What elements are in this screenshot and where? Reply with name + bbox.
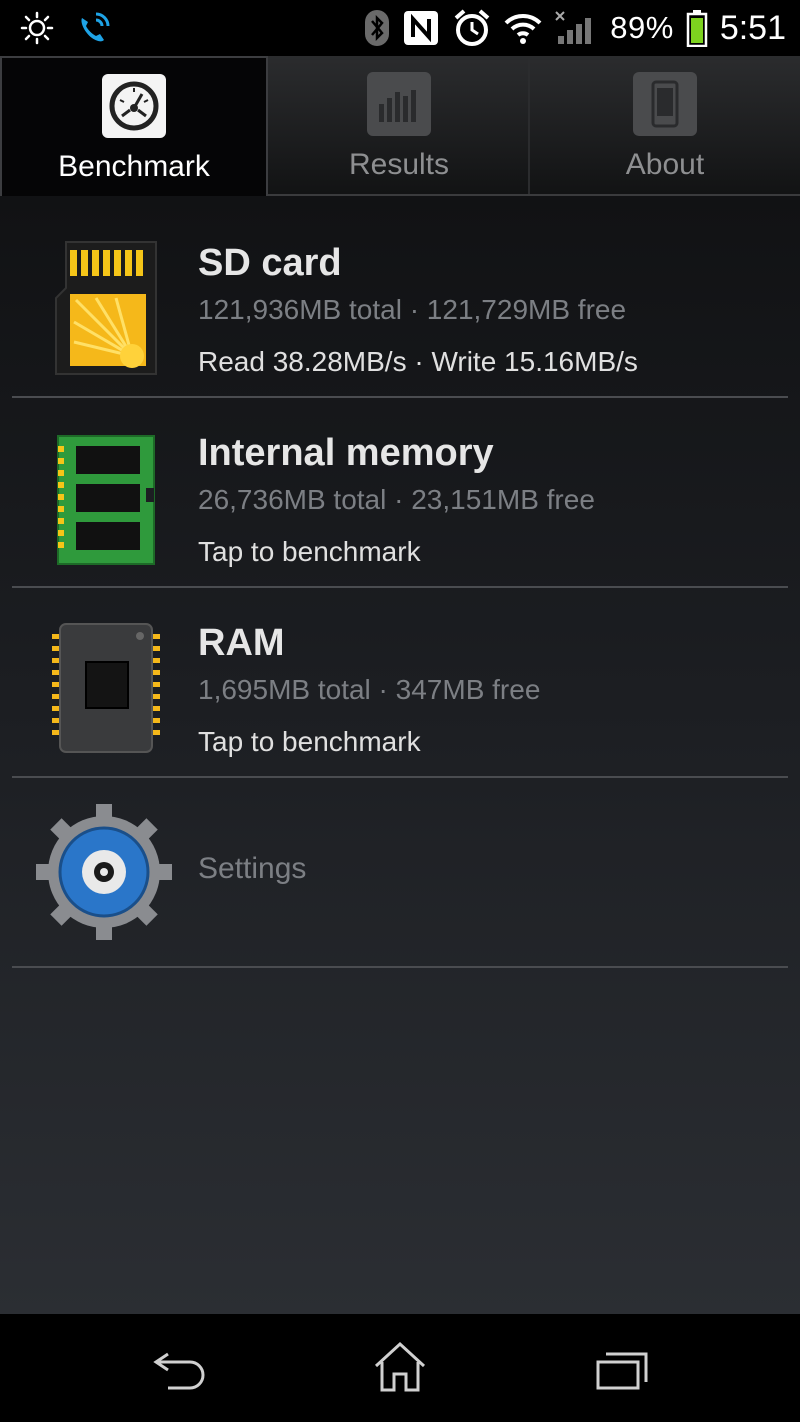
sd-card-icon — [46, 238, 166, 378]
list-item-ram[interactable]: RAM 1,695MB total · 347MB free Tap to be… — [12, 588, 788, 778]
item-status: Read 38.28MB/s · Write 15.16MB/s — [198, 346, 638, 377]
item-title: RAM — [198, 622, 285, 664]
tab-label: About — [625, 148, 705, 181]
alarm-icon — [454, 9, 490, 46]
benchmark-list: SD card 121,936MB total · 121,729MB free… — [0, 196, 800, 1314]
signal-icon — [555, 11, 592, 44]
tab-label: Results — [348, 148, 450, 181]
memory-module-icon — [46, 428, 166, 568]
ram-chip-icon — [46, 618, 166, 758]
battery-icon — [686, 10, 708, 47]
wifi-icon — [504, 13, 542, 44]
item-title: SD card — [198, 242, 342, 284]
navigation-bar — [0, 1314, 800, 1422]
home-icon[interactable] — [370, 1340, 430, 1392]
bluetooth-icon — [365, 10, 390, 46]
brightness-icon — [20, 11, 54, 45]
status-bar: 89% 5:51 — [0, 0, 800, 56]
speedometer-icon — [102, 74, 166, 138]
back-icon[interactable] — [150, 1344, 210, 1394]
phone-icon — [633, 72, 697, 136]
bar-chart-icon — [367, 72, 431, 136]
item-capacity: 26,736MB total · 23,151MB free — [198, 484, 595, 515]
nfc-icon — [404, 11, 439, 45]
tab-about[interactable]: About — [530, 56, 800, 194]
item-capacity: 121,936MB total · 121,729MB free — [198, 294, 627, 325]
tab-bar: Benchmark Results About — [0, 56, 800, 198]
item-status: Tap to benchmark — [198, 726, 421, 757]
tab-label: Benchmark — [58, 150, 210, 183]
recent-apps-icon[interactable] — [592, 1344, 652, 1394]
item-capacity: 1,695MB total · 347MB free — [198, 674, 541, 705]
item-title: Internal memory — [198, 432, 494, 474]
item-status: Tap to benchmark — [198, 536, 421, 567]
list-item-internal-memory[interactable]: Internal memory 26,736MB total · 23,151M… — [12, 398, 788, 588]
settings-label: Settings — [198, 852, 307, 885]
tab-benchmark[interactable]: Benchmark — [0, 56, 268, 198]
list-item-sd-card[interactable]: SD card 121,936MB total · 121,729MB free… — [12, 208, 788, 398]
battery-percent: 89% — [610, 10, 674, 45]
wifi-calling-icon — [81, 12, 110, 42]
list-item-settings[interactable]: Settings — [12, 778, 788, 968]
gear-icon — [34, 802, 174, 942]
clock: 5:51 — [719, 8, 786, 47]
tab-results[interactable]: Results — [268, 56, 530, 194]
